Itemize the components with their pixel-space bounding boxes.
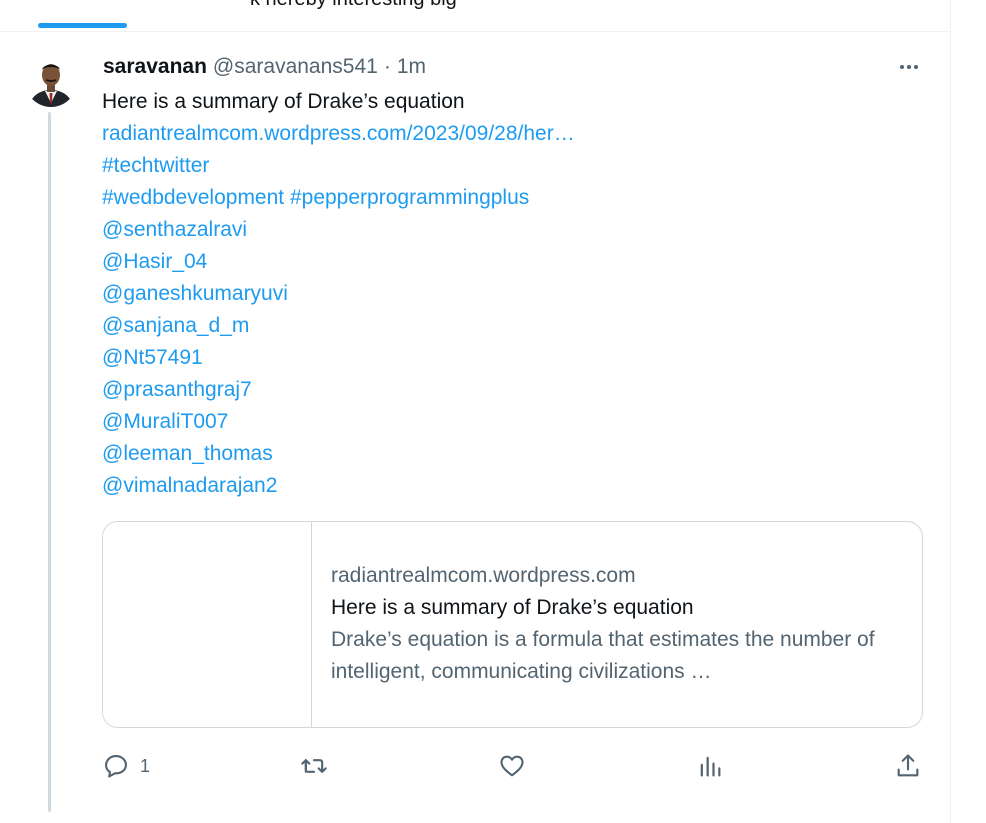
top-tab-strip: k hereby interesting big: [0, 0, 950, 32]
more-dots-icon: [900, 65, 904, 69]
views-icon: [700, 756, 721, 777]
avatar-portrait-icon: [25, 55, 77, 107]
link-card-domain: radiantrealmcom.wordpress.com: [331, 564, 636, 587]
mention-vimalnadarajan2[interactable]: @vimalnadarajan2: [102, 470, 922, 502]
tweet-timestamp[interactable]: 1m: [397, 55, 426, 79]
mention-muralit007[interactable]: @MuraliT007: [102, 406, 922, 438]
thread-connector-line: [48, 112, 51, 812]
views-button[interactable]: [696, 748, 724, 784]
clipped-heading-text: k hereby interesting big: [250, 0, 457, 11]
link-card-description: Drake’s equation is a formula that estim…: [331, 628, 875, 683]
mention-leeman-thomas[interactable]: @leeman_thomas: [102, 438, 922, 470]
column-border: [950, 0, 951, 823]
tweet-text: Here is a summary of Drake’s equation ra…: [102, 86, 922, 502]
reply-count: 1: [140, 755, 151, 776]
active-tab-indicator: [38, 23, 127, 28]
hashtags-line[interactable]: #wedbdevelopment #pepperprogrammingplus: [102, 182, 922, 214]
share-button[interactable]: [894, 748, 922, 784]
tweet-line-summary: Here is a summary of Drake’s equation: [102, 90, 465, 113]
hashtag-techtwitter[interactable]: #techtwitter: [102, 150, 922, 182]
author-display-name[interactable]: saravanan: [103, 55, 207, 79]
link-preview-card[interactable]: radiantrealmcom.wordpress.com Here is a …: [102, 521, 923, 728]
like-icon: [500, 755, 524, 777]
repost-icon: [301, 759, 327, 773]
tweet-action-bar: 1: [102, 748, 932, 784]
avatar[interactable]: [25, 55, 77, 107]
like-button[interactable]: [498, 748, 526, 784]
tweet-url-link[interactable]: radiantrealmcom.wordpress.com/2023/09/28…: [102, 118, 922, 150]
reply-icon: [105, 755, 127, 778]
more-options-button[interactable]: [893, 57, 925, 77]
link-card-thumbnail: [103, 522, 312, 727]
mention-nt57491[interactable]: @Nt57491: [102, 342, 922, 374]
mention-senthazalravi[interactable]: @senthazalravi: [102, 214, 922, 246]
header-separator: ·: [383, 55, 391, 78]
share-icon: [897, 754, 919, 777]
link-card-title: Here is a summary of Drake’s equation: [331, 596, 694, 619]
author-handle[interactable]: @saravanans541: [213, 55, 378, 79]
tweet-header: saravanan @saravanans541 · 1m: [103, 53, 426, 81]
mention-sanjana[interactable]: @sanjana_d_m: [102, 310, 922, 342]
mention-ganeshkumaryuvi[interactable]: @ganeshkumaryuvi: [102, 278, 922, 310]
repost-button[interactable]: [300, 748, 328, 784]
link-card-meta: radiantrealmcom.wordpress.com Here is a …: [331, 560, 902, 688]
mention-prasanthgraj7[interactable]: @prasanthgraj7: [102, 374, 922, 406]
reply-button[interactable]: 1: [102, 748, 150, 784]
mention-hasir[interactable]: @Hasir_04: [102, 246, 922, 278]
